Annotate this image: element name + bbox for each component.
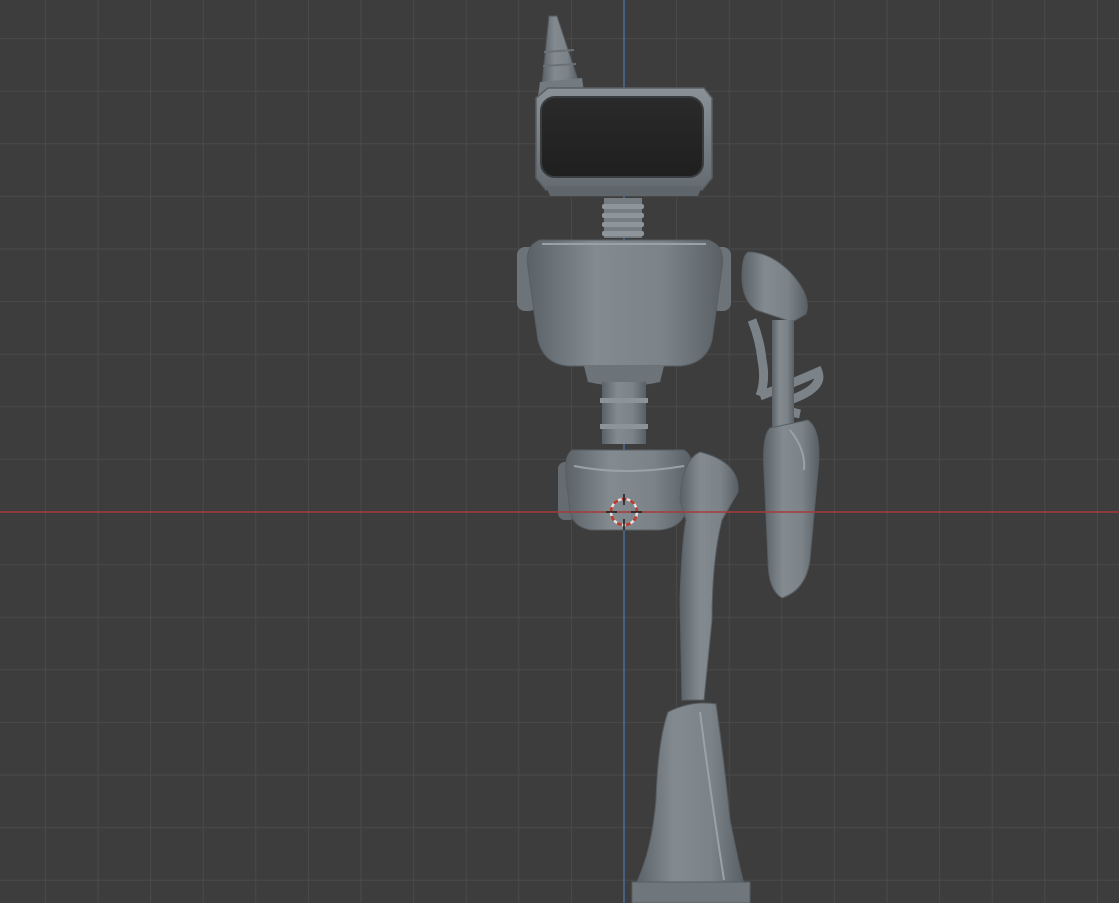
neck-spring[interactable] xyxy=(602,198,644,238)
leg-lower[interactable] xyxy=(635,702,745,885)
torso[interactable] xyxy=(517,239,731,386)
shoulder-pad[interactable] xyxy=(741,251,808,323)
waist-column[interactable] xyxy=(600,382,648,444)
foot-base[interactable] xyxy=(631,881,751,903)
antenna[interactable] xyxy=(538,15,584,96)
forearm[interactable] xyxy=(763,419,820,599)
pelvis[interactable] xyxy=(558,449,693,531)
head-screen[interactable] xyxy=(535,87,713,196)
viewport-scene[interactable] xyxy=(0,0,1119,903)
arm-hose[interactable] xyxy=(747,318,824,432)
3d-viewport[interactable] xyxy=(0,0,1119,903)
